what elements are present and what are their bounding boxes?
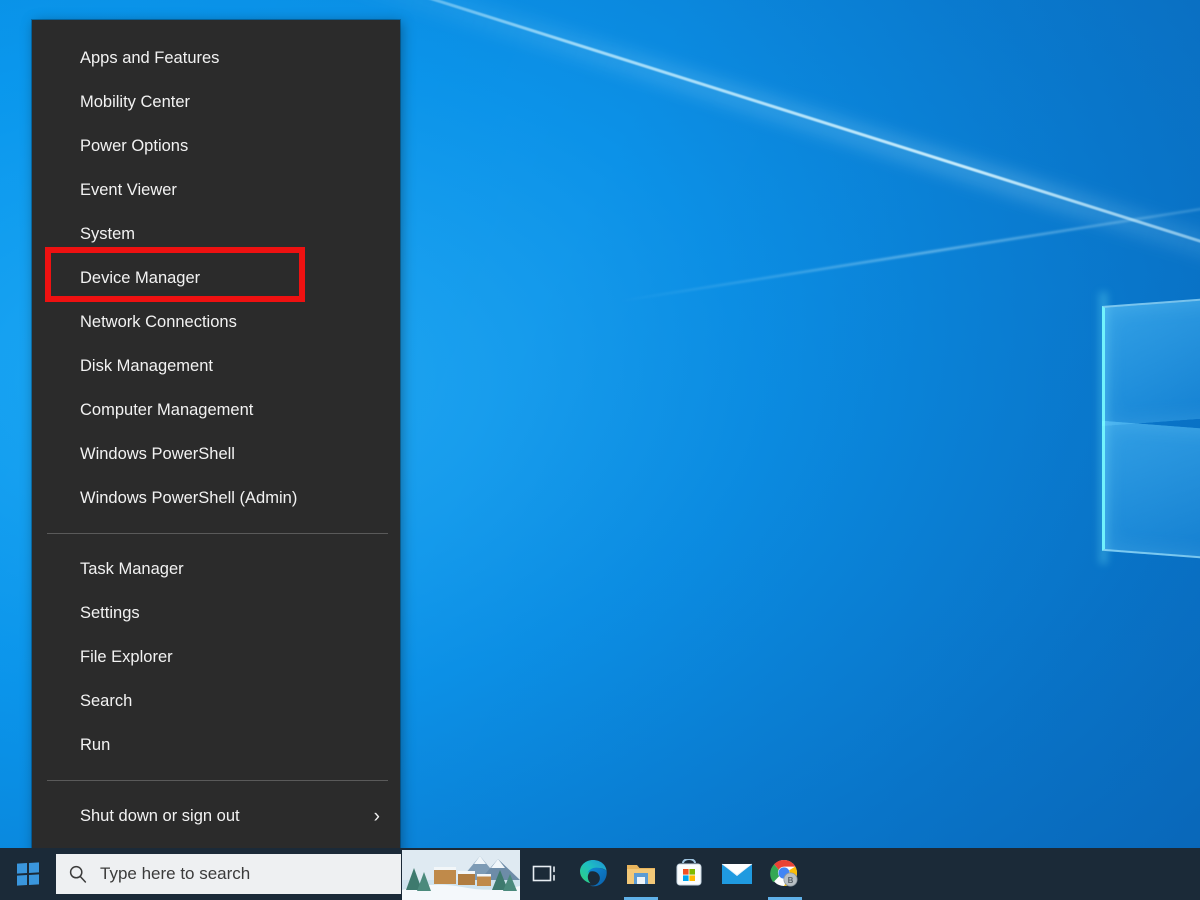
menu-item-apps-and-features[interactable]: Apps and Features: [32, 36, 400, 80]
menu-item-label: System: [80, 212, 135, 256]
menu-separator-2: [47, 780, 388, 781]
desktop-screen: Apps and Features Mobility Center Power …: [0, 0, 1200, 900]
taskbar-search-box[interactable]: Type here to search: [56, 854, 401, 894]
menu-item-run[interactable]: Run: [32, 723, 400, 767]
menu-item-settings[interactable]: Settings: [32, 591, 400, 635]
news-and-interests-widget[interactable]: [401, 848, 521, 900]
menu-item-label: File Explorer: [80, 635, 173, 679]
search-input-placeholder[interactable]: Type here to search: [100, 864, 250, 884]
menu-item-power-options[interactable]: Power Options: [32, 124, 400, 168]
taskbar-app-microsoft-edge[interactable]: [569, 848, 617, 900]
windows-logo-icon: [17, 862, 39, 885]
menu-item-disk-management[interactable]: Disk Management: [32, 344, 400, 388]
menu-item-shut-down-or-sign-out[interactable]: Shut down or sign out ›: [32, 794, 400, 838]
taskbar-app-mail[interactable]: [713, 848, 761, 900]
chrome-badge-label: B: [788, 876, 794, 885]
menu-item-label: Power Options: [80, 124, 188, 168]
menu-item-label: Task Manager: [80, 547, 184, 591]
start-button[interactable]: [0, 848, 56, 900]
taskbar: Type here to search: [0, 848, 1200, 900]
menu-item-label: Search: [80, 679, 132, 723]
menu-item-mobility-center[interactable]: Mobility Center: [32, 80, 400, 124]
menu-item-computer-management[interactable]: Computer Management: [32, 388, 400, 432]
menu-item-windows-powershell[interactable]: Windows PowerShell: [32, 432, 400, 476]
menu-item-label: Run: [80, 723, 110, 767]
menu-item-windows-powershell-admin[interactable]: Windows PowerShell (Admin): [32, 476, 400, 520]
menu-item-system[interactable]: System: [32, 212, 400, 256]
menu-item-label: Apps and Features: [80, 36, 219, 80]
windows-logo-pane-bottom: [1102, 421, 1200, 564]
taskbar-app-microsoft-store[interactable]: [665, 848, 713, 900]
task-view-button[interactable]: [521, 848, 569, 900]
menu-item-label: Network Connections: [80, 300, 237, 344]
menu-item-network-connections[interactable]: Network Connections: [32, 300, 400, 344]
menu-item-device-manager[interactable]: Device Manager: [32, 256, 400, 300]
menu-item-label: Windows PowerShell: [80, 432, 235, 476]
menu-item-label: Mobility Center: [80, 80, 190, 124]
menu-item-search[interactable]: Search: [32, 679, 400, 723]
search-icon: [56, 864, 100, 884]
power-user-menu[interactable]: Apps and Features Mobility Center Power …: [32, 20, 400, 863]
menu-item-label: Windows PowerShell (Admin): [80, 476, 297, 520]
taskbar-app-google-chrome[interactable]: B: [761, 848, 809, 900]
menu-item-label: Shut down or sign out: [80, 794, 240, 838]
menu-item-label: Device Manager: [80, 256, 200, 300]
menu-item-label: Event Viewer: [80, 168, 177, 212]
menu-item-label: Computer Management: [80, 388, 253, 432]
windows-logo-pane-top: [1102, 294, 1200, 426]
menu-item-file-explorer[interactable]: File Explorer: [32, 635, 400, 679]
menu-item-label: Disk Management: [80, 344, 213, 388]
menu-item-event-viewer[interactable]: Event Viewer: [32, 168, 400, 212]
menu-separator-1: [47, 533, 388, 534]
menu-item-task-manager[interactable]: Task Manager: [32, 547, 400, 591]
taskbar-app-file-explorer[interactable]: [617, 848, 665, 900]
menu-item-label: Settings: [80, 591, 140, 635]
chevron-right-icon: ›: [374, 807, 380, 826]
